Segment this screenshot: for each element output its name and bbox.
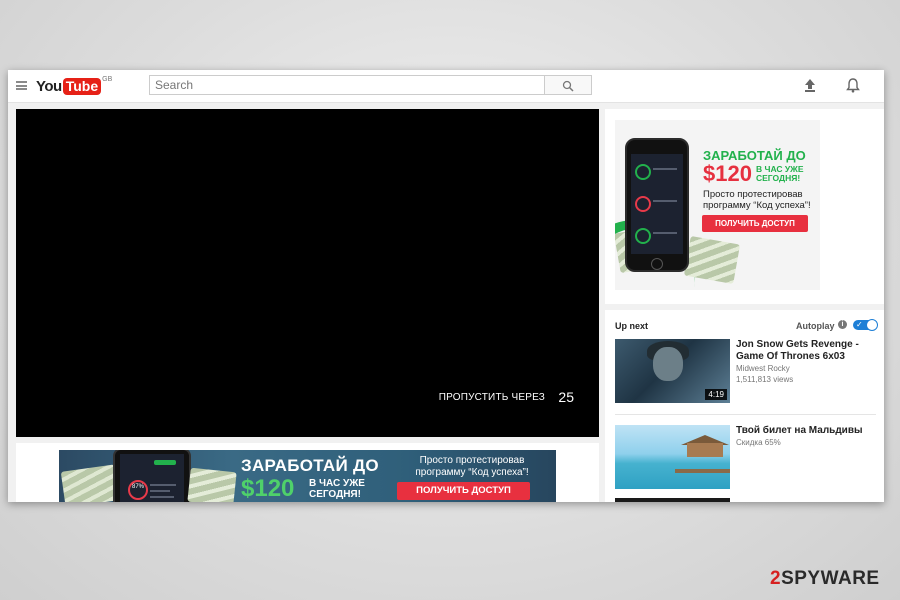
sidebar-ad-subtitle: В ЧАС УЖЕ СЕГОДНЯ! bbox=[756, 164, 804, 183]
checkmark-icon: ✓ bbox=[856, 320, 863, 329]
video-player[interactable]: ПРОПУСТИТЬ ЧЕРЕЗ 25 bbox=[16, 109, 599, 437]
sidebar-ad-phone-image bbox=[625, 138, 689, 272]
banner-ad-price: $120 bbox=[241, 475, 295, 502]
browser-window: You Tube GB ПРОПУСТИТЬ ЧЕРЕЗ 25 bbox=[8, 70, 884, 502]
skip-ad-countdown-number: 25 bbox=[558, 389, 574, 405]
banner-money-image-2 bbox=[187, 467, 237, 502]
banner-ad-title: ЗАРАБОТАЙ ДО bbox=[241, 456, 379, 475]
sidebar-ad-cta-button[interactable]: ПОЛУЧИТЬ ДОСТУП bbox=[702, 215, 808, 232]
banner-money-image bbox=[60, 464, 120, 502]
video-thumbnail[interactable]: 4:19 bbox=[615, 339, 730, 403]
skip-ad-countdown-label: ПРОПУСТИТЬ ЧЕРЕЗ bbox=[438, 392, 545, 403]
video-channel: Midwest Rocky bbox=[736, 364, 790, 373]
autoplay-toggle[interactable]: ✓ bbox=[853, 319, 878, 331]
banner-phone-image: 87% bbox=[113, 450, 191, 502]
video-views: 1,511,813 views bbox=[736, 375, 794, 384]
search-input[interactable] bbox=[149, 75, 545, 95]
sidebar-ad-price: $120 bbox=[703, 161, 752, 186]
autoplay-label: Autoplay bbox=[796, 321, 835, 331]
up-next-label: Up next bbox=[615, 321, 649, 331]
up-next-video-item[interactable]: 4:19 Jon Snow Gets Revenge - Game Of Thr… bbox=[615, 339, 877, 403]
banner-phone-percent: 87% bbox=[131, 484, 144, 490]
below-player-panel: 87% ЗАРАБОТАЙ ДО $120 В ЧАС УЖЕ СЕГОДНЯ!… bbox=[16, 443, 599, 502]
up-next-video-item[interactable]: Твой билет на Мальдивы Скидка 65% bbox=[615, 425, 877, 489]
logo-you-text: You bbox=[36, 77, 62, 95]
info-icon[interactable]: i bbox=[838, 320, 847, 329]
notifications-bell-icon[interactable] bbox=[846, 77, 860, 93]
youtube-logo[interactable]: You Tube GB bbox=[36, 76, 113, 95]
hamburger-menu-icon[interactable] bbox=[16, 81, 27, 90]
video-thumbnail[interactable] bbox=[615, 498, 730, 502]
site-watermark: 2SPYWARE bbox=[770, 568, 880, 589]
video-title[interactable]: Твой билет на Мальдивы bbox=[736, 425, 878, 437]
logo-tube-text: Tube bbox=[62, 77, 102, 95]
logo-country-code: GB bbox=[102, 76, 113, 83]
sidebar-ad-panel: ЗАРАБОТАЙ ДО $120 В ЧАС УЖЕ СЕГОДНЯ! Про… bbox=[605, 109, 884, 304]
banner-ad[interactable]: 87% ЗАРАБОТАЙ ДО $120 В ЧАС УЖЕ СЕГОДНЯ!… bbox=[59, 450, 556, 502]
video-title[interactable]: Jon Snow Gets Revenge - Game Of Thrones … bbox=[736, 339, 878, 363]
video-channel: Скидка 65% bbox=[736, 438, 781, 447]
sidebar-ad[interactable]: ЗАРАБОТАЙ ДО $120 В ЧАС УЖЕ СЕГОДНЯ! Про… bbox=[615, 120, 820, 290]
sidebar-ad-description: Просто протестировав программу “Код успе… bbox=[703, 189, 811, 211]
sidebar-ad-money-image-2 bbox=[683, 235, 741, 285]
banner-ad-subtitle: В ЧАС УЖЕ СЕГОДНЯ! bbox=[309, 478, 365, 500]
search-icon bbox=[562, 80, 574, 92]
search-button[interactable] bbox=[545, 75, 592, 95]
upload-icon[interactable] bbox=[804, 77, 816, 93]
video-duration: 4:19 bbox=[705, 389, 727, 400]
banner-ad-cta-button[interactable]: ПОЛУЧИТЬ ДОСТУП bbox=[397, 482, 530, 500]
divider bbox=[615, 414, 876, 415]
banner-ad-description: Просто протестировав программу “Код успе… bbox=[415, 455, 529, 478]
top-bar: You Tube GB bbox=[8, 70, 884, 103]
up-next-panel: Up next Autoplay i ✓ 4:19 Jon Snow Gets … bbox=[605, 310, 884, 502]
video-thumbnail[interactable] bbox=[615, 425, 730, 489]
up-next-video-item[interactable] bbox=[615, 498, 877, 502]
